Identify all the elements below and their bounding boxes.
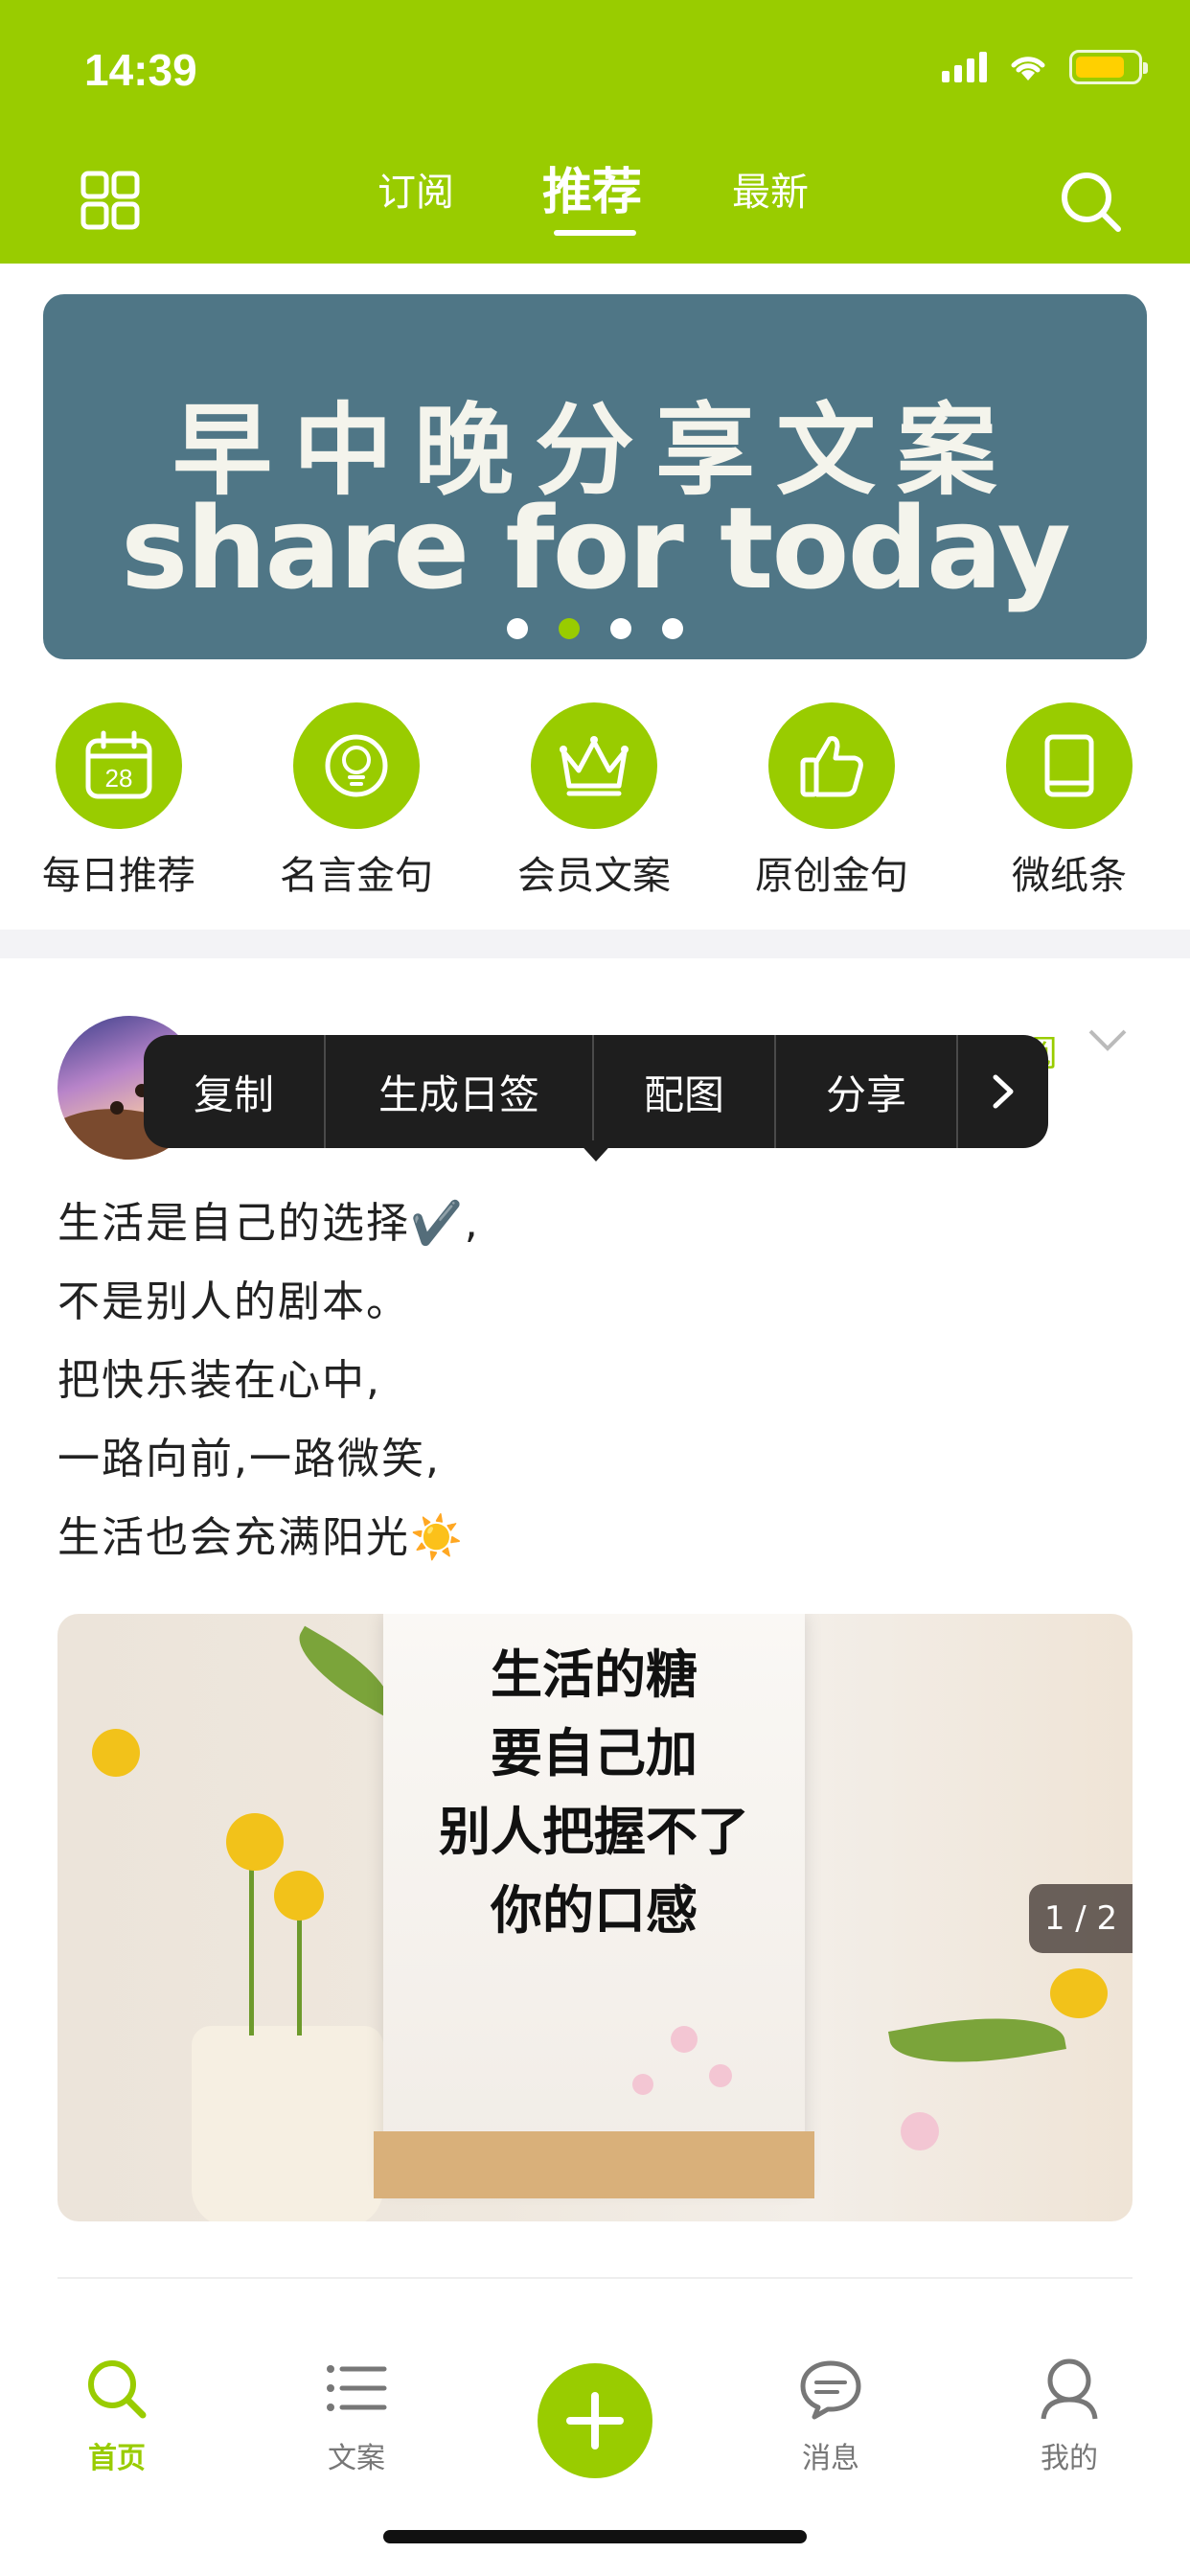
promo-banner[interactable]: 早中晚分享文案 share for today [43,294,1147,659]
text-context-menu: 复制 生成日签 配图 分享 [144,1035,1048,1148]
menu-daily-card[interactable]: 生成日签 [326,1035,594,1148]
category-member[interactable]: 会员文案 [498,702,690,900]
banner-subtitle: share for today [121,482,1071,614]
wifi-icon [1011,57,1045,80]
category-row: 28 每日推荐 名言金句 会员文案 原创金句 微纸条 [0,702,1190,898]
post-image[interactable]: 生活的糖 要自己加 别人把握不了 你的口感 1 / 2 [57,1614,1133,2221]
thumbs-up-icon [800,736,863,797]
quote-line: 你的口感 [491,1879,698,1941]
flower-pot-decor [192,2026,383,2221]
nav-label: 消息 [802,2442,859,2475]
book-icon [1044,734,1094,797]
tab-latest[interactable]: 最新 [732,161,809,217]
category-daily[interactable]: 28 每日推荐 [23,702,215,900]
banner-dot-active[interactable] [559,618,580,639]
category-quotes[interactable]: 名言金句 [261,702,452,900]
post-content[interactable]: 生活是自己的选择✔️, 不是别人的剧本。 把快乐装在心中, 一路向前,一路微笑,… [57,1184,1111,1577]
menu-more[interactable] [958,1035,1048,1148]
category-notes[interactable]: 微纸条 [973,702,1165,900]
nav-messages[interactable]: 消息 [764,2356,898,2476]
category-label: 微纸条 [1012,854,1127,898]
section-divider [0,930,1190,958]
image-counter: 1 / 2 [1029,1884,1133,1953]
top-header: 14:39 订阅 推荐 最新 [0,0,1190,264]
card-stand [374,2131,814,2198]
nav-home[interactable]: 首页 [50,2356,184,2476]
search-icon [88,2360,147,2419]
banner-dot[interactable] [662,618,683,639]
tab-subscribe[interactable]: 订阅 [378,161,454,217]
quote-line: 生活的糖 [491,1644,698,1705]
menu-share[interactable]: 分享 [776,1035,958,1148]
post-line: 生活也会充满阳光☀️ [57,1513,465,1562]
battery-icon [1069,50,1148,84]
calendar-badge: 28 [105,764,133,793]
category-label: 原创金句 [755,854,908,898]
plus-icon [566,2392,624,2450]
add-post-button[interactable] [538,2363,652,2478]
active-tab-indicator [554,230,636,236]
nav-label: 文案 [328,2442,385,2475]
chevron-down-icon[interactable] [1087,1025,1129,1054]
banner-dot[interactable] [507,618,528,639]
calendar-icon: 28 [85,730,152,799]
app-screen: 14:39 订阅 推荐 最新 早中晚分享文案 share for today 2… [0,0,1190,2576]
post-line: 一路向前,一路微笑, [57,1435,441,1484]
menu-add-image[interactable]: 配图 [594,1035,776,1148]
feed-tabs: 订阅 推荐 最新 [0,153,1190,249]
category-label: 会员文案 [517,854,671,898]
post-line: 生活是自己的选择✔️, [57,1199,480,1248]
lightbulb-icon [325,734,388,797]
context-menu-pointer [577,1140,615,1162]
post-line: 不是别人的剧本。 [57,1277,410,1326]
quote-card-text: 生活的糖 要自己加 别人把握不了 你的口感 [383,1635,805,1949]
list-icon [327,2365,387,2411]
chevron-right-icon [993,1074,1014,1109]
post-line: 把快乐装在心中, [57,1356,381,1405]
category-label: 名言金句 [280,854,433,898]
nav-profile[interactable]: 我的 [1002,2356,1136,2476]
nav-label: 我的 [1041,2442,1098,2475]
search-icon[interactable] [1058,169,1123,234]
tab-recommend[interactable]: 推荐 [542,151,642,223]
quote-line: 要自己加 [491,1722,698,1783]
menu-copy[interactable]: 复制 [144,1035,326,1148]
banner-dot[interactable] [610,618,631,639]
category-original[interactable]: 原创金句 [736,702,927,900]
banner-pagination [43,618,1147,639]
status-time: 14:39 [84,45,197,95]
profile-icon [1041,2358,1098,2420]
crown-icon [560,736,629,796]
home-indicator[interactable] [383,2530,807,2543]
nav-copywriting[interactable]: 文案 [289,2356,423,2476]
status-indicators [942,50,1148,84]
post-actions-divider [57,2277,1133,2279]
quote-line: 别人把握不了 [439,1801,749,1862]
nav-label: 首页 [88,2442,146,2475]
message-icon [800,2360,861,2420]
cellular-signal-icon [942,52,987,82]
category-label: 每日推荐 [42,854,195,898]
